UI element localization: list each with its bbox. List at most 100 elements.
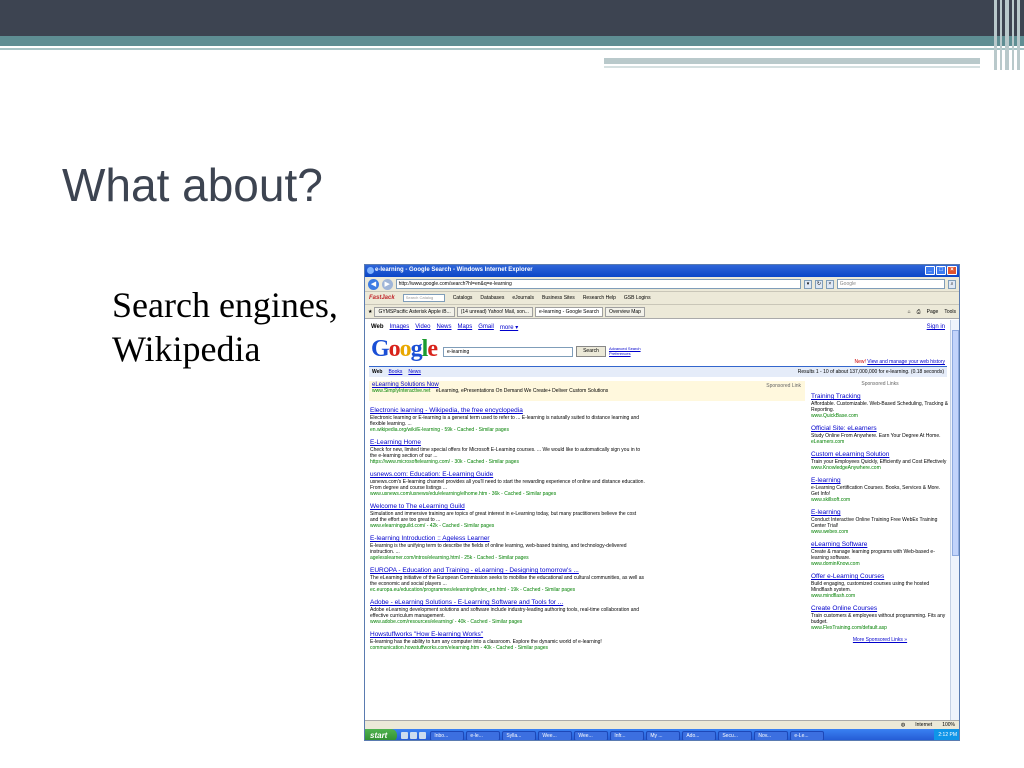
tab-1[interactable]: GYMSPacific Asterisk Apple iB... [374, 306, 455, 317]
quicklaunch-icon[interactable] [410, 732, 418, 739]
ad-text: Train customers & employees without prog… [811, 613, 946, 625]
google-search-button[interactable]: Search [576, 346, 606, 357]
catalog-search-input[interactable]: Search Catalog [402, 294, 445, 302]
list-item: Electronic learning - Wikipedia, the fre… [370, 407, 645, 433]
zoom-level[interactable]: 100% [942, 722, 955, 728]
search-icon[interactable]: ⌕ [948, 279, 957, 289]
result-title[interactable]: E-Learning Home [370, 439, 645, 447]
link-research-help[interactable]: Research Help [583, 295, 616, 301]
results-tab-books[interactable]: Books [388, 367, 402, 377]
result-title[interactable]: usnews.com: Education: E-Learning Guide [370, 471, 645, 479]
window-controls: _ □ × [925, 266, 957, 275]
taskbar-button[interactable]: Infr... [610, 730, 645, 740]
page-scrollbar[interactable] [950, 320, 959, 720]
results-tab-web[interactable]: Web [372, 367, 382, 377]
ad-url: www.skillsoft.com [811, 497, 851, 503]
tools-menu[interactable]: Tools [944, 309, 956, 315]
quicklaunch-icon[interactable] [419, 732, 427, 739]
forward-icon[interactable]: ▶ [381, 278, 393, 290]
more-sponsored-link[interactable]: More Sponsored Links » [811, 637, 949, 643]
ad-text: Build engaging, customized courses using… [811, 581, 930, 593]
nav-images[interactable]: Images [390, 324, 410, 331]
ad-title[interactable]: eLearning Software [811, 541, 949, 549]
ad-title[interactable]: Training Tracking [811, 393, 949, 401]
tab-2[interactable]: (14 unread) Yahoo! Mail, son... [456, 306, 533, 317]
address-bar[interactable]: http://www.google.com/search?hl=en&q=e-l… [395, 279, 802, 289]
link-catalogs[interactable]: Catalogs [453, 295, 473, 301]
scrollbar-thumb[interactable] [952, 330, 959, 556]
sign-in-link[interactable]: Sign in [927, 324, 945, 330]
ad-title[interactable]: Custom eLearning Solution [811, 451, 949, 459]
link-ejournals[interactable]: eJournals [512, 295, 534, 301]
list-item: Training Tracking Affordable. Customizabl… [811, 393, 949, 419]
maximize-icon[interactable]: □ [936, 266, 946, 275]
result-title[interactable]: EUROPA - Education and Training - eLearn… [370, 567, 645, 575]
link-databases[interactable]: Databases [480, 295, 504, 301]
result-snippet: Adobe eLearning development solutions an… [370, 607, 640, 619]
tab-4[interactable]: Overview Map [604, 306, 645, 317]
favorites-star-icon[interactable]: ★ [368, 309, 372, 315]
ad-url: www.webex.com [811, 529, 849, 535]
result-title[interactable]: Adobe - eLearning Solutions - E-Learning… [370, 599, 645, 607]
link-gsb-logins[interactable]: GSB Logins [624, 295, 651, 301]
refresh-icon[interactable]: ↻ [814, 279, 823, 289]
list-item: eLearning Software Create & manage learni… [811, 541, 949, 567]
nav-maps[interactable]: Maps [458, 324, 473, 331]
result-title[interactable]: Howstuffworks "How E-learning Works" [370, 631, 645, 639]
list-item: usnews.com: Education: E-Learning Guide u… [370, 471, 645, 497]
ad-title[interactable]: Create Online Courses [811, 605, 949, 613]
taskbar-button[interactable]: e-Le... [790, 730, 825, 740]
start-button[interactable]: start [365, 729, 398, 740]
close-icon[interactable]: × [947, 266, 957, 275]
search-options: Advanced Search Preferences [609, 346, 641, 356]
taskbar-button[interactable]: e-le... [466, 730, 501, 740]
nav-news[interactable]: News [437, 324, 452, 331]
taskbar-button[interactable]: Nov... [754, 730, 789, 740]
result-title[interactable]: E-learning Introduction :: Ageless Learn… [370, 535, 645, 543]
quicklaunch-icon[interactable] [401, 732, 409, 739]
ad-title[interactable]: Official Site: eLearners [811, 425, 949, 433]
ad-title[interactable]: E-learning [811, 477, 949, 485]
ad-title[interactable]: Offer e-Learning Courses [811, 573, 949, 581]
list-item: E-learning Introduction :: Ageless Learn… [370, 535, 645, 561]
results-tab-news[interactable]: News [408, 367, 421, 377]
nav-more[interactable]: more ▾ [500, 324, 518, 331]
dropdown-icon[interactable]: ▾ [804, 279, 812, 289]
result-url: www.elearningguild.com/ - 42k - Cached -… [370, 523, 495, 529]
preferences-link[interactable]: Preferences [609, 351, 641, 356]
link-business-sites[interactable]: Business Sites [542, 295, 575, 301]
stop-icon[interactable]: × [825, 279, 834, 289]
nav-gmail[interactable]: Gmail [478, 324, 494, 331]
taskbar-button[interactable]: My ... [646, 730, 681, 740]
command-bar: ⌂ ⎙ Page Tools [908, 309, 956, 315]
print-icon[interactable]: ⎙ [917, 309, 921, 315]
google-search-input[interactable]: e-learning [443, 347, 573, 357]
nav-video[interactable]: Video [415, 324, 430, 331]
taskbar-button[interactable]: Inbo... [430, 730, 465, 740]
list-item: EUROPA - Education and Training - eLearn… [370, 567, 645, 593]
taskbar-button[interactable]: Secu... [718, 730, 753, 740]
new-badge: New! [854, 359, 866, 365]
taskbar-button[interactable]: Wee... [538, 730, 573, 740]
back-icon[interactable]: ◀ [368, 278, 379, 290]
result-title[interactable]: Welcome to The eLearning Guild [370, 503, 645, 511]
page-menu[interactable]: Page [927, 309, 939, 315]
google-logo[interactable]: Google [371, 336, 438, 363]
ad-title[interactable]: E-learning [811, 509, 949, 517]
tab-3[interactable]: e-learning - Google Search [534, 306, 603, 317]
taskbar-button[interactable]: Wee... [574, 730, 609, 740]
sponsored-sidebar: Sponsored Links Training Tracking Afforda… [811, 381, 949, 643]
web-history-link[interactable]: View and manage your web history [867, 359, 945, 365]
browser-search-input[interactable]: Google [836, 279, 946, 289]
ad-url: www.KnowledgeAnywhere.com [811, 465, 881, 471]
result-title[interactable]: Electronic learning - Wikipedia, the fre… [370, 407, 645, 415]
home-icon[interactable]: ⌂ [908, 309, 911, 315]
minimize-icon[interactable]: _ [925, 266, 935, 275]
taskbar-button[interactable]: Ado... [682, 730, 717, 740]
taskbar-button[interactable]: Sylla... [502, 730, 537, 740]
list-item: Create Online Courses Train customers & e… [811, 605, 949, 631]
nav-web[interactable]: Web [371, 324, 384, 331]
status-zone: Internet [915, 722, 933, 728]
sponsored-top-ad: eLearning Solutions Now www.SimplyIntera… [369, 381, 805, 401]
slide-deco-line [604, 66, 980, 68]
